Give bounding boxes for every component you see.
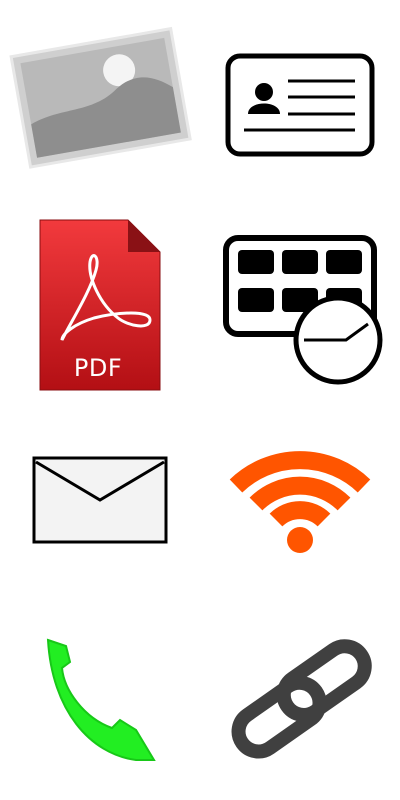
icon-grid: PDF (0, 0, 400, 800)
pdf-document-icon (0, 200, 200, 400)
contact-card-icon (200, 0, 400, 200)
phone-handset-icon (0, 600, 200, 800)
calendar-clock-icon (200, 200, 400, 400)
wifi-signal-icon (200, 400, 400, 600)
mail-envelope-icon (0, 400, 200, 600)
image-photo-icon (0, 0, 200, 200)
chain-link-icon (200, 600, 400, 800)
